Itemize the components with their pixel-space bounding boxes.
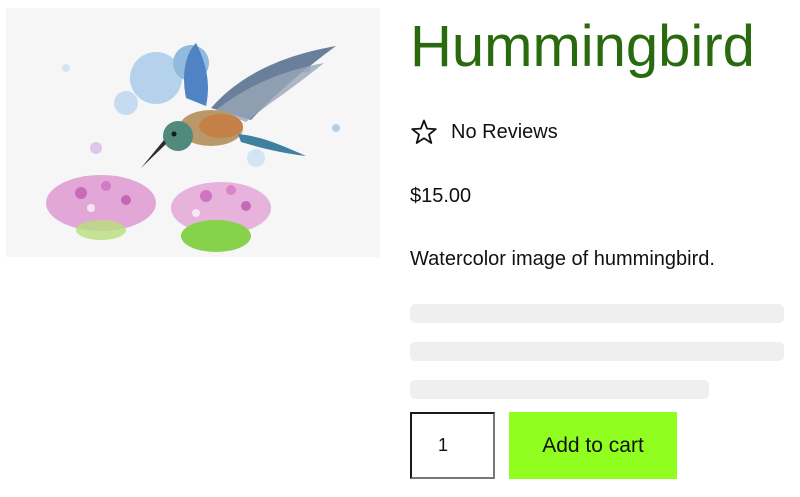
reviews-link[interactable]: No Reviews [410,118,558,146]
product-title: Hummingbird [410,14,755,79]
product-price: $15.00 [410,185,472,207]
product-description: Watercolor image of hummingbird. [410,248,715,270]
reviews-label: No Reviews [451,121,558,143]
loading-placeholder-line [410,342,784,361]
loading-placeholder-line [410,304,784,323]
star-outline-icon [410,118,438,146]
add-to-cart-button[interactable]: Add to cart [509,412,677,479]
loading-placeholder-line [410,380,709,399]
quantity-input[interactable] [410,412,495,479]
product-image [6,8,380,257]
